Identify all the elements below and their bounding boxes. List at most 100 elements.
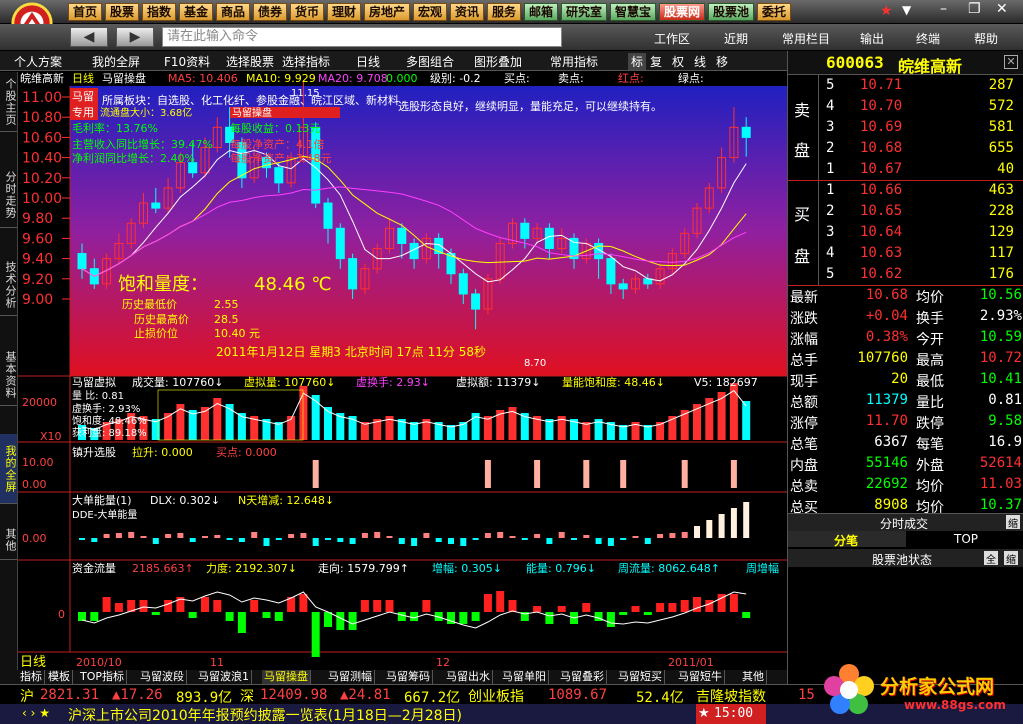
left-tab-1[interactable]: 分时走势 [0, 162, 17, 228]
time-sales-tab[interactable]: 分时成交 [880, 515, 928, 532]
x-tick-2: 11 [210, 656, 224, 669]
back-button[interactable]: ◀ [70, 27, 108, 47]
bottom-tab-0[interactable]: 指标 [18, 670, 45, 684]
toolbar-4[interactable]: 选择指标 [282, 53, 330, 70]
sell-price[interactable]: 10.71 [860, 77, 902, 93]
toolbar-6[interactable]: 多图组合 [406, 53, 454, 70]
news-nav-icon[interactable]: ‹ › ★ [22, 706, 50, 720]
pool-status-tab[interactable]: 股票池状态 [872, 551, 932, 568]
menu-10[interactable]: 资讯 [450, 3, 484, 21]
buy-price[interactable]: 10.65 [860, 203, 902, 219]
sell-price[interactable]: 10.69 [860, 119, 902, 135]
bottom-tab-1[interactable]: 模板 [46, 670, 73, 684]
toolbar-7[interactable]: 图形叠加 [474, 53, 522, 70]
bottom-tab-6[interactable]: 马留测幅 [326, 670, 375, 684]
left-tab-3[interactable]: 基本资料 [0, 344, 17, 406]
menu-4[interactable]: 商品 [216, 3, 250, 21]
right-menu-4[interactable]: 终端 [916, 30, 940, 47]
menu-11[interactable]: 服务 [487, 3, 521, 21]
menu-6[interactable]: 货币 [290, 3, 324, 21]
menu-17[interactable]: 委托 [757, 3, 791, 21]
toolbar-12[interactable]: 线 [694, 53, 706, 70]
p5-name: 资金流量 [72, 561, 116, 575]
buy-price[interactable]: 10.66 [860, 182, 902, 198]
menu-7[interactable]: 理财 [327, 3, 361, 21]
close-icon[interactable]: ✕ [1004, 55, 1018, 69]
restore-icon[interactable]: ❐ [968, 1, 981, 17]
bottom-tab-2[interactable]: TOP指标 [78, 670, 128, 684]
top-tab[interactable]: TOP [954, 532, 978, 546]
window-close-icon[interactable]: ✕ [996, 1, 1008, 17]
bottom-tab-12[interactable]: 马留短牛 [676, 670, 725, 684]
menu-15[interactable]: 股票网 [659, 3, 705, 21]
menu-14[interactable]: 智慧宝 [610, 3, 656, 21]
toolbar-11[interactable]: 权 [672, 53, 684, 70]
right-menu-5[interactable]: 帮助 [974, 30, 998, 47]
quote-label: 均价 [916, 290, 944, 306]
menu-5[interactable]: 债券 [253, 3, 287, 21]
menu-9[interactable]: 宏观 [413, 3, 447, 21]
toolbar-3[interactable]: 选择股票 [226, 53, 274, 70]
bottom-tab-10[interactable]: 马留叠彩 [558, 670, 607, 684]
sell-price[interactable]: 10.68 [860, 140, 902, 156]
toolbar-5[interactable]: 日线 [356, 53, 380, 70]
right-menu-1[interactable]: 近期 [724, 30, 748, 47]
menu-1[interactable]: 股票 [105, 3, 139, 21]
bottom-tab-4[interactable]: 马留波浪1 [196, 670, 252, 684]
pool-shrink-button[interactable]: 缩 [1004, 551, 1018, 566]
toolbar-13[interactable]: 移 [716, 53, 728, 70]
y-tick: 9.20 [22, 272, 53, 288]
window-min-icon[interactable]: ▼ [902, 3, 940, 21]
menu-0[interactable]: 首页 [68, 3, 102, 21]
menu-3[interactable]: 基金 [179, 3, 213, 21]
left-tab-5[interactable]: 其他 [0, 520, 17, 560]
sell-volume: 40 [997, 161, 1014, 177]
left-tab-2[interactable]: 技术分析 [0, 254, 17, 316]
toolbar-8[interactable]: 常用指标 [550, 53, 598, 70]
bottom-tab-7[interactable]: 马留筹码 [384, 670, 433, 684]
toolbar-9[interactable]: 标 [628, 53, 647, 70]
bottom-tab-13[interactable]: 其他 [740, 670, 767, 684]
toolbar-2[interactable]: F10资料 [164, 53, 210, 70]
sell-price[interactable]: 10.70 [860, 98, 902, 114]
menu-13[interactable]: 研究室 [561, 3, 607, 21]
mark-label: 马留 [72, 90, 94, 103]
candle-body [274, 167, 284, 184]
sell-price[interactable]: 10.67 [860, 161, 902, 177]
buy-price[interactable]: 10.63 [860, 245, 902, 261]
chart-area[interactable]: 11.00 10.80 10.60 10.40 10.20 10.00 9.80 9.60 9.… [18, 72, 787, 670]
bottom-tab-3[interactable]: 马留波段 [138, 670, 187, 684]
menu-12[interactable]: 邮箱 [524, 3, 558, 21]
flow-bar [324, 612, 332, 627]
forward-button[interactable]: ▶ [116, 27, 154, 47]
menu-16[interactable]: 股票池 [708, 3, 754, 21]
buy-price[interactable]: 10.64 [860, 224, 902, 240]
news-headline[interactable]: 沪深上市公司2010年年报预约披露一览表(1月18日—2月28日) [68, 705, 462, 724]
minimize-icon[interactable]: – [940, 1, 947, 17]
toolbar-0[interactable]: 个人方案 [14, 53, 62, 70]
quote-value: 10.56 [979, 287, 1022, 303]
time-sales-shrink[interactable]: 缩 [1006, 515, 1020, 530]
right-menu-3[interactable]: 输出 [860, 30, 884, 47]
pool-all-button[interactable]: 全 [984, 551, 998, 566]
bottom-tab-9[interactable]: 马留单阳 [500, 670, 549, 684]
command-input[interactable]: 请在此输入命令 [162, 27, 562, 47]
tick-tab[interactable]: 分笔 [834, 532, 858, 549]
right-menu-2[interactable]: 常用栏目 [782, 30, 830, 47]
menu-8[interactable]: 房地产 [364, 3, 410, 21]
bottom-tab-11[interactable]: 马留短买 [616, 670, 665, 684]
toolbar-10[interactable]: 复 [650, 53, 662, 70]
right-menu-0[interactable]: 工作区 [654, 30, 690, 47]
buy-price[interactable]: 10.62 [860, 266, 902, 282]
stock-code: 600063 [826, 53, 884, 72]
toolbar-1[interactable]: 我的全屏 [92, 53, 140, 70]
menu-2[interactable]: 指数 [142, 3, 176, 21]
left-tab-0[interactable]: 个股主页 [0, 72, 17, 132]
left-tab-4[interactable]: 我的全屏 [0, 434, 17, 504]
bottom-tab-5[interactable]: 马留操盘 [262, 670, 311, 684]
bottom-tab-8[interactable]: 马留出水 [444, 670, 493, 684]
sector-info: 所属板块：自选股、化工化纤、参股金融、皖江区域、新材料 [102, 93, 399, 107]
brand-url[interactable]: www.88gs.com [904, 698, 1006, 712]
flow-bar [729, 594, 738, 612]
flow-bar [557, 606, 566, 612]
